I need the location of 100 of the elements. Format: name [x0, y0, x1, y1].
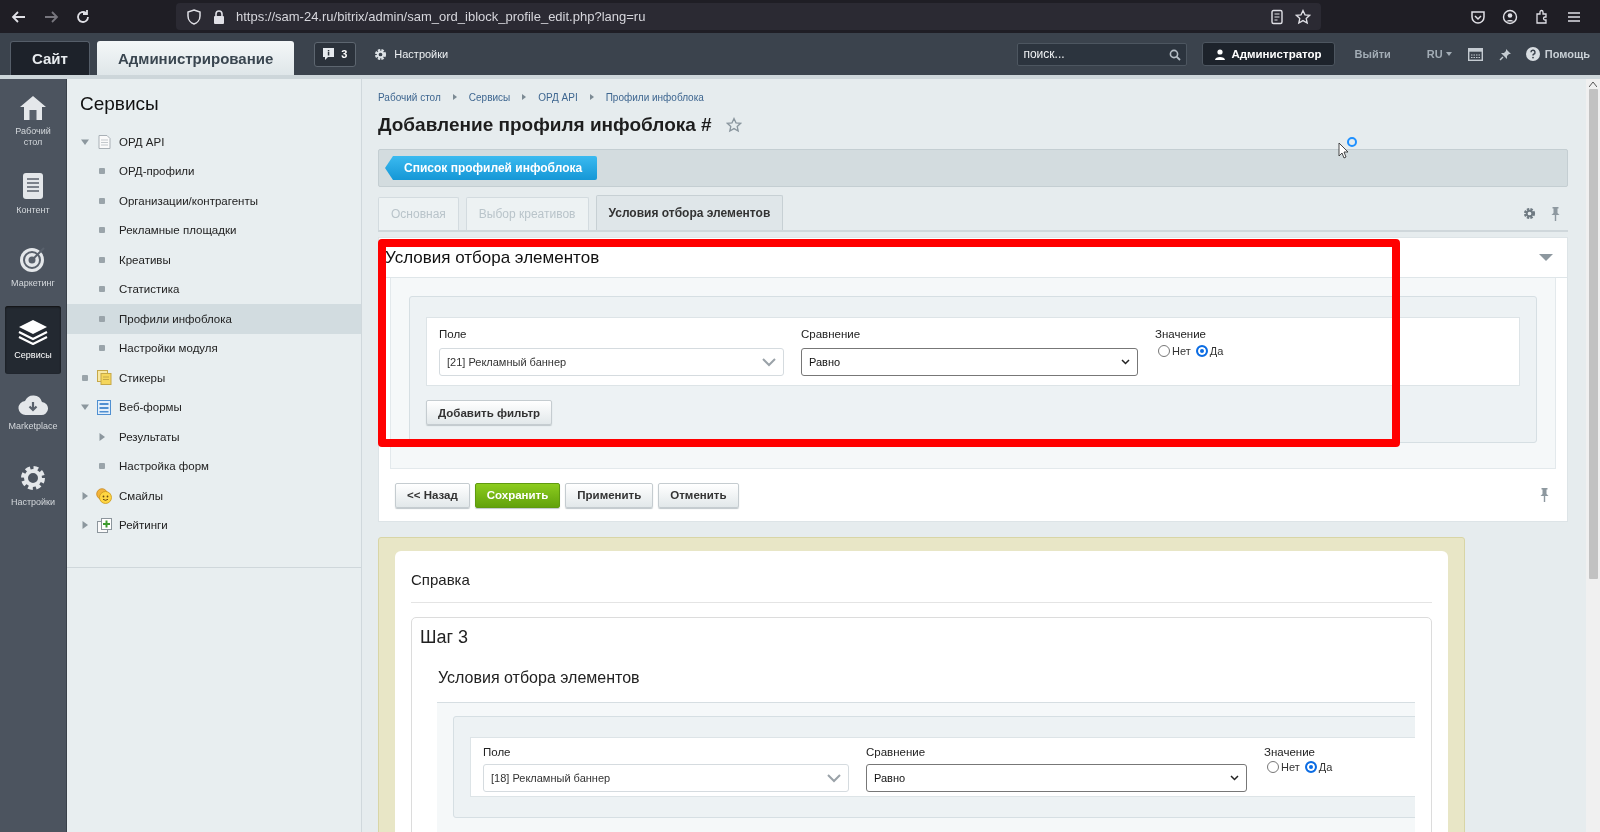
notifications-button[interactable]: 3 — [314, 41, 357, 67]
expanded-arrow-icon[interactable] — [81, 403, 89, 412]
radio-label: Да — [1209, 345, 1224, 357]
header-tab[interactable]: Администрирование — [96, 41, 295, 75]
target-icon — [19, 245, 47, 273]
field-select[interactable]: [21] Рекламный баннер — [439, 348, 784, 376]
search-icon[interactable] — [1169, 48, 1182, 61]
lock-icon[interactable] — [212, 8, 226, 25]
comparison-select[interactable]: Равно — [866, 764, 1247, 792]
breadcrumb-link[interactable]: Рабочий стол — [378, 91, 441, 103]
menu-item[interactable]: Рекламные площадки — [67, 215, 361, 245]
collapsed-arrow-icon[interactable] — [81, 521, 89, 530]
menu-item[interactable]: Статистика — [67, 274, 361, 304]
caret-icon — [1445, 52, 1452, 56]
nav-item[interactable]: Маркетинг — [5, 233, 61, 301]
pocket-icon[interactable] — [1470, 8, 1486, 25]
star-icon[interactable] — [725, 117, 742, 133]
nav-item[interactable]: Сервисы — [5, 306, 61, 374]
menu-item[interactable]: Рейтинги — [67, 510, 361, 540]
user-button[interactable]: Администратор — [1202, 42, 1335, 66]
help-icon[interactable] — [1525, 47, 1540, 61]
help-link[interactable]: Помощь — [1525, 47, 1590, 61]
url-text: https://sam-24.ru/bitrix/admin/sam_ord_iblock_profile_edit.php?lang=ru — [236, 9, 646, 24]
collapsed-arrow-icon[interactable] — [81, 491, 89, 500]
collapsed-arrow-icon[interactable] — [98, 432, 106, 441]
cloud-download-icon — [18, 394, 48, 416]
address-bar[interactable]: https://sam-24.ru/bitrix/admin/sam_ord_iblock_profile_edit.php?lang=ru — [176, 3, 1321, 30]
nav-item[interactable]: Настройки — [5, 452, 61, 520]
bullet-icon — [99, 168, 105, 175]
breadcrumb-link[interactable]: ОРД API — [538, 91, 578, 103]
scroll-up-icon[interactable] — [1589, 81, 1597, 87]
bullet-icon — [99, 286, 105, 293]
menu-item[interactable]: ОРД API — [67, 127, 361, 157]
calendar-icon[interactable] — [1467, 47, 1483, 61]
settings-link[interactable]: Настройки — [394, 48, 449, 60]
reload-icon[interactable] — [74, 7, 92, 26]
shield-icon[interactable] — [186, 8, 202, 25]
menu-item[interactable]: Организации/контрагенты — [67, 186, 361, 216]
radio-button[interactable] — [1267, 761, 1279, 773]
scrollbar-thumb[interactable] — [1588, 89, 1598, 579]
header-tab[interactable]: Сайт — [10, 41, 90, 75]
bullet-icon — [99, 345, 105, 352]
logout-link[interactable]: Выйти — [1354, 48, 1391, 60]
search-field[interactable]: поиск... — [1017, 42, 1188, 66]
language-select[interactable]: RU — [1426, 48, 1452, 60]
menu-item[interactable]: ОРД-профили — [67, 156, 361, 186]
breadcrumb-link[interactable]: Сервисы — [468, 91, 511, 103]
menu-item-label: Креативы — [119, 253, 171, 266]
smiley-icon — [96, 487, 112, 504]
action-button[interactable]: << Назад — [395, 482, 470, 508]
chevron-icon — [762, 357, 776, 367]
expanded-arrow-icon[interactable] — [81, 137, 89, 146]
radio-button[interactable] — [1195, 345, 1208, 357]
breadcrumb-link[interactable]: Профили инфоблока — [605, 91, 704, 103]
menu-item-label: Настройки модуля — [119, 342, 218, 355]
menu-item-label: Результаты — [119, 430, 180, 443]
bullet-icon — [99, 256, 105, 263]
value-label: Значение — [1155, 328, 1207, 342]
menu-item[interactable]: Стикеры — [67, 363, 361, 393]
section-title: Условия отбора элементов — [438, 669, 641, 688]
layers-icon — [18, 319, 48, 345]
menu-item[interactable]: Настройки модуля — [67, 333, 361, 363]
document-icon — [22, 172, 44, 200]
page-icon — [97, 134, 111, 149]
menu-item[interactable]: Креативы — [67, 245, 361, 275]
account-icon[interactable] — [1502, 8, 1518, 25]
pin-icon[interactable] — [1540, 488, 1549, 502]
nav-item[interactable]: Рабочий стол — [5, 87, 61, 155]
sticker-icon — [96, 370, 112, 386]
menu-item-label: Стикеры — [119, 371, 166, 384]
page-title: Добавление профиля инфоблока # — [378, 114, 712, 136]
reader-icon[interactable] — [1269, 8, 1285, 25]
radio-button[interactable] — [1158, 345, 1170, 357]
menu-item-label: ОРД API — [119, 135, 165, 148]
action-button[interactable]: Отменить — [658, 482, 739, 508]
add-filter-button[interactable]: Добавить фильтр — [426, 400, 553, 425]
pin-icon[interactable] — [1498, 47, 1512, 61]
nav-item[interactable]: Контент — [5, 160, 61, 228]
menu-item-label: Профили инфоблока — [119, 312, 232, 325]
nav-item[interactable]: Marketplace — [5, 379, 61, 447]
radio-button[interactable] — [1304, 761, 1317, 773]
menu-item[interactable]: Настройка форм — [67, 451, 361, 481]
form-icon — [97, 399, 111, 415]
action-button[interactable]: Применить — [565, 482, 654, 508]
extensions-icon[interactable] — [1534, 8, 1550, 25]
comparison-select[interactable]: Равно — [801, 348, 1138, 376]
gear-icon[interactable] — [1523, 207, 1536, 220]
chevron-icon — [589, 94, 594, 100]
menu-item-label: Организации/контрагенты — [119, 194, 258, 207]
menu-item[interactable]: Веб-формы — [67, 392, 361, 422]
collapse-arrow-icon[interactable] — [1539, 253, 1553, 262]
radio-label: Нет — [1172, 345, 1191, 357]
menu-item[interactable]: Профили инфоблока — [67, 304, 361, 334]
field-select[interactable]: [18] Рекламный баннер — [483, 764, 849, 792]
bullet-icon — [82, 374, 88, 381]
menu-item[interactable]: Смайлы — [67, 481, 361, 511]
menu-item-label: Рекламные площадки — [119, 224, 237, 237]
menu-item[interactable]: Результаты — [67, 422, 361, 452]
form-tab[interactable]: Условия отбора элементов — [595, 195, 784, 230]
menu-title: Сервисы — [79, 92, 160, 116]
